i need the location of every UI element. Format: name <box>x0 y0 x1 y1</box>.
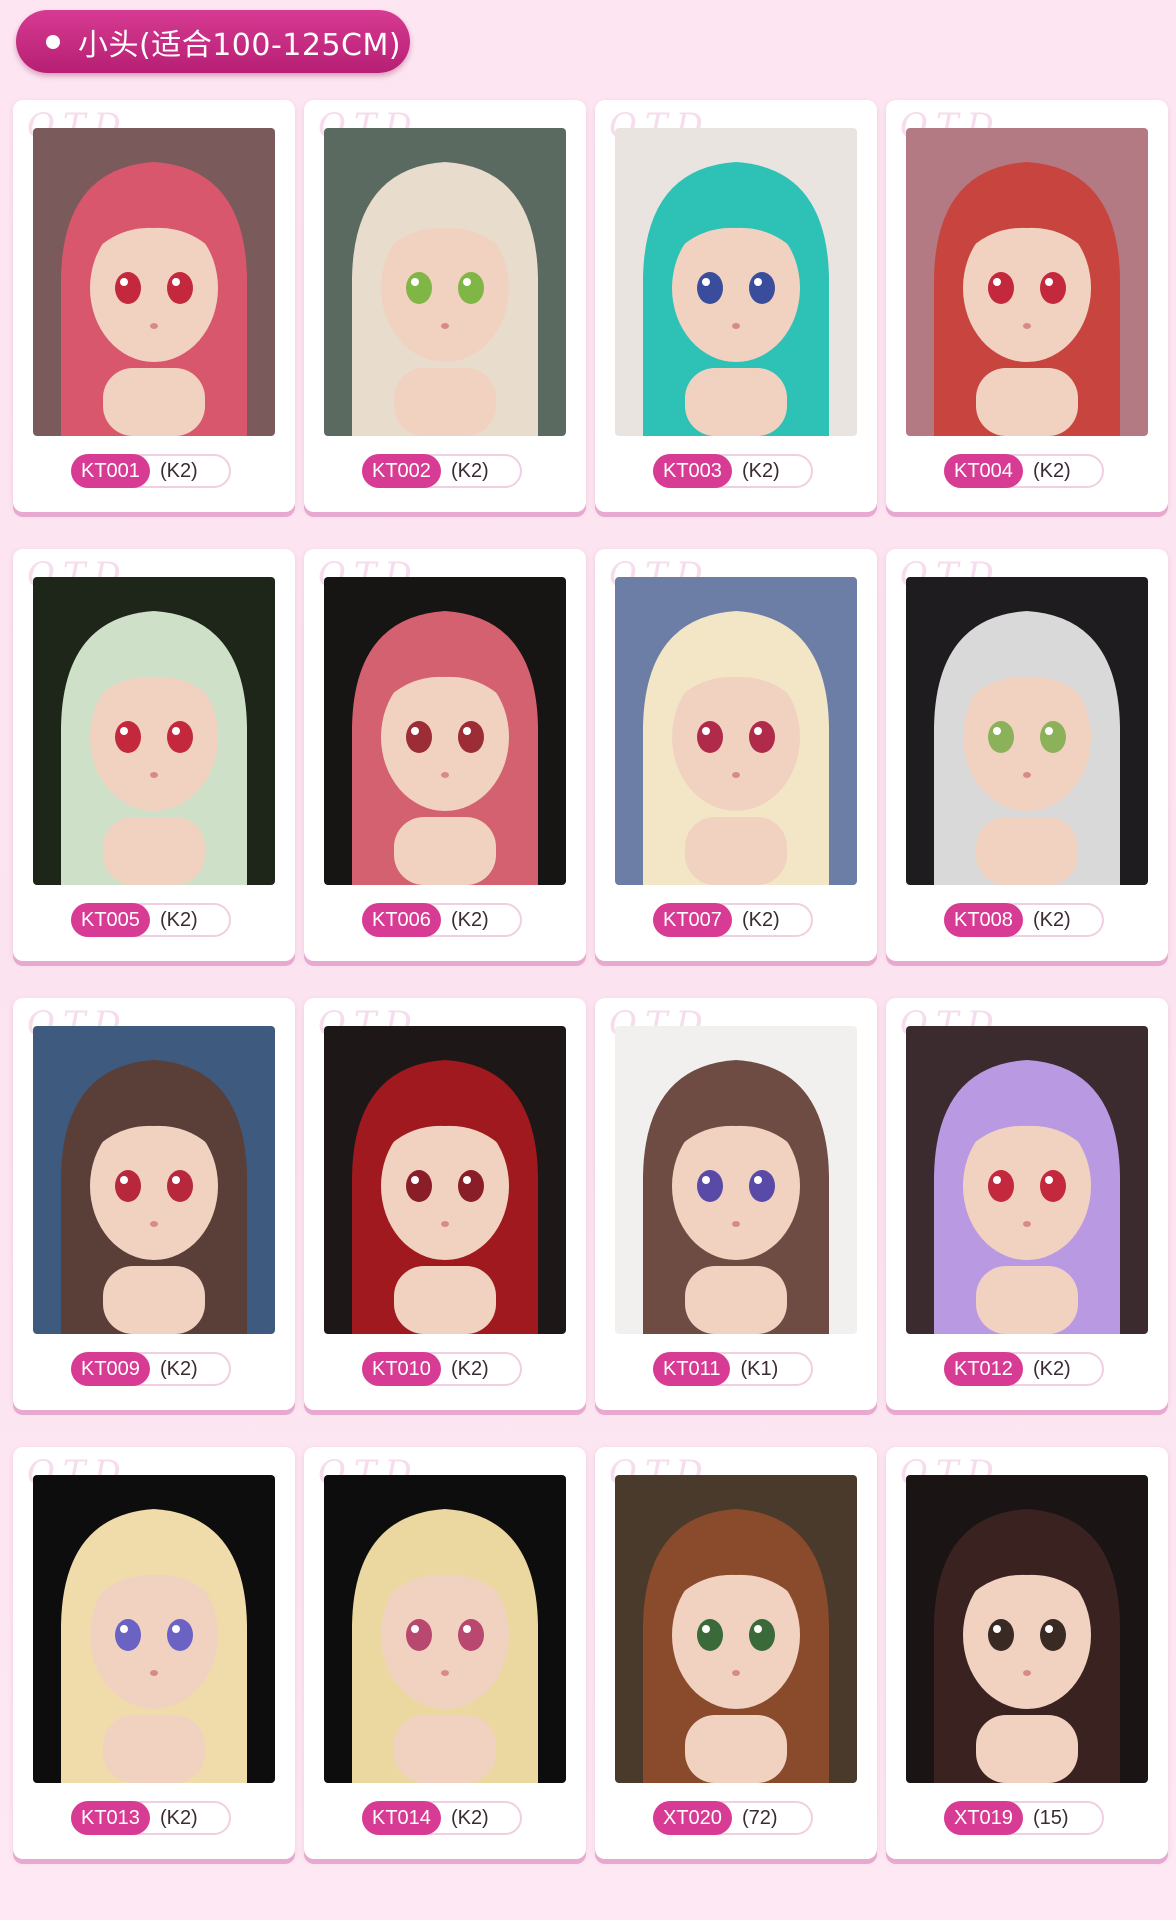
product-code: KT012 <box>944 1352 1023 1386</box>
section-title: 小头(适合100-125CM) <box>78 27 402 63</box>
product-size-tag: (K2) <box>741 459 780 482</box>
product-card[interactable]: OTD KT007 (K2) <box>595 549 877 961</box>
product-code: KT002 <box>362 454 441 488</box>
product-size-tag: (K2) <box>159 1806 198 1829</box>
product-card[interactable]: OTD KT011 (K1) <box>595 998 877 1410</box>
product-code: KT013 <box>71 1801 150 1835</box>
product-card[interactable]: OTD KT009 (K2) <box>13 998 295 1410</box>
product-card[interactable]: OTD KT006 (K2) <box>304 549 586 961</box>
product-label: KT008 (K2) <box>944 903 1104 937</box>
bunny-doll-photo[interactable] <box>906 1026 1148 1334</box>
product-card[interactable]: OTD KT004 (K2) <box>886 100 1168 512</box>
twintail-doll-photo[interactable] <box>615 1026 857 1334</box>
elf-bow-doll-photo[interactable] <box>33 1475 275 1783</box>
green-doll-photo[interactable] <box>33 577 275 885</box>
product-code: KT005 <box>71 903 150 937</box>
product-label: XT020 (72) <box>653 1801 813 1835</box>
section-header-badge: 小头(适合100-125CM) <box>16 10 410 73</box>
product-card[interactable]: OTD KT002 (K2) <box>304 100 586 512</box>
product-code: KT004 <box>944 454 1023 488</box>
product-size-tag: (K2) <box>1032 908 1071 931</box>
product-card[interactable]: OTD KT012 (K2) <box>886 998 1168 1410</box>
product-code: KT009 <box>71 1352 150 1386</box>
product-size-tag: (K2) <box>159 908 198 931</box>
product-card[interactable]: OTD KT014 (K2) <box>304 1447 586 1859</box>
red-doll-photo[interactable] <box>324 1026 566 1334</box>
product-card[interactable]: OTD KT003 (K2) <box>595 100 877 512</box>
product-code: XT019 <box>944 1801 1023 1835</box>
product-catalog-page: 小头(适合100-125CM) OTD KT001 (K2) OTD KT002 (K2)… <box>0 0 1176 1920</box>
product-code: XT020 <box>653 1801 732 1835</box>
product-label: KT003 (K2) <box>653 454 813 488</box>
headset-doll-photo[interactable] <box>33 128 275 436</box>
product-label: KT010 (K2) <box>362 1352 522 1386</box>
product-card[interactable]: OTD XT019 (15) <box>886 1447 1168 1859</box>
product-size-tag: (K2) <box>159 1357 198 1380</box>
product-label: KT012 (K2) <box>944 1352 1104 1386</box>
brunette-doll-photo[interactable] <box>33 1026 275 1334</box>
blonde-doll-photo[interactable] <box>615 577 857 885</box>
product-code: KT008 <box>944 903 1023 937</box>
product-card[interactable]: OTD KT005 (K2) <box>13 549 295 961</box>
product-size-tag: (K2) <box>741 908 780 931</box>
product-size-tag: (K2) <box>450 908 489 931</box>
product-size-tag: (K2) <box>1032 1357 1071 1380</box>
flower-doll-photo[interactable] <box>906 1475 1148 1783</box>
product-size-tag: (72) <box>741 1806 778 1829</box>
police-doll-photo[interactable] <box>906 128 1148 436</box>
product-card[interactable]: OTD KT008 (K2) <box>886 549 1168 961</box>
product-code: KT010 <box>362 1352 441 1386</box>
product-label: KT011 (K1) <box>653 1352 813 1386</box>
product-label: KT009 (K2) <box>71 1352 231 1386</box>
product-label: XT019 (15) <box>944 1801 1104 1835</box>
product-label: KT002 (K2) <box>362 454 522 488</box>
foxgirl-doll-photo[interactable] <box>615 1475 857 1783</box>
product-card[interactable]: OTD KT001 (K2) <box>13 100 295 512</box>
product-card[interactable]: OTD KT010 (K2) <box>304 998 586 1410</box>
product-size-tag: (K2) <box>159 459 198 482</box>
product-grid: OTD KT001 (K2) OTD KT002 (K2) OTD KT003 (K2) OTD K… <box>13 100 1168 1859</box>
product-label: KT006 (K2) <box>362 903 522 937</box>
elf-doll-photo[interactable] <box>324 128 566 436</box>
product-size-tag: (K2) <box>1032 459 1071 482</box>
silver-doll-photo[interactable] <box>906 577 1148 885</box>
product-label: KT014 (K2) <box>362 1801 522 1835</box>
product-code: KT001 <box>71 454 150 488</box>
product-code: KT007 <box>653 903 732 937</box>
pink-doll-photo[interactable] <box>324 577 566 885</box>
product-size-tag: (K2) <box>450 1806 489 1829</box>
product-size-tag: (15) <box>1032 1806 1069 1829</box>
product-label: KT001 (K2) <box>71 454 231 488</box>
product-code: KT003 <box>653 454 732 488</box>
product-label: KT004 (K2) <box>944 454 1104 488</box>
product-code: KT011 <box>653 1352 731 1386</box>
product-label: KT007 (K2) <box>653 903 813 937</box>
product-size-tag: (K2) <box>450 1357 489 1380</box>
product-code: KT006 <box>362 903 441 937</box>
product-code: KT014 <box>362 1801 441 1835</box>
product-label: KT005 (K2) <box>71 903 231 937</box>
bullet-dot-icon <box>46 34 60 49</box>
teal-doll-photo[interactable] <box>615 128 857 436</box>
product-card[interactable]: OTD XT020 (72) <box>595 1447 877 1859</box>
product-label: KT013 (K2) <box>71 1801 231 1835</box>
product-size-tag: (K2) <box>450 459 489 482</box>
product-card[interactable]: OTD KT013 (K2) <box>13 1447 295 1859</box>
elf-blonde-doll-photo[interactable] <box>324 1475 566 1783</box>
product-size-tag: (K1) <box>740 1357 779 1380</box>
